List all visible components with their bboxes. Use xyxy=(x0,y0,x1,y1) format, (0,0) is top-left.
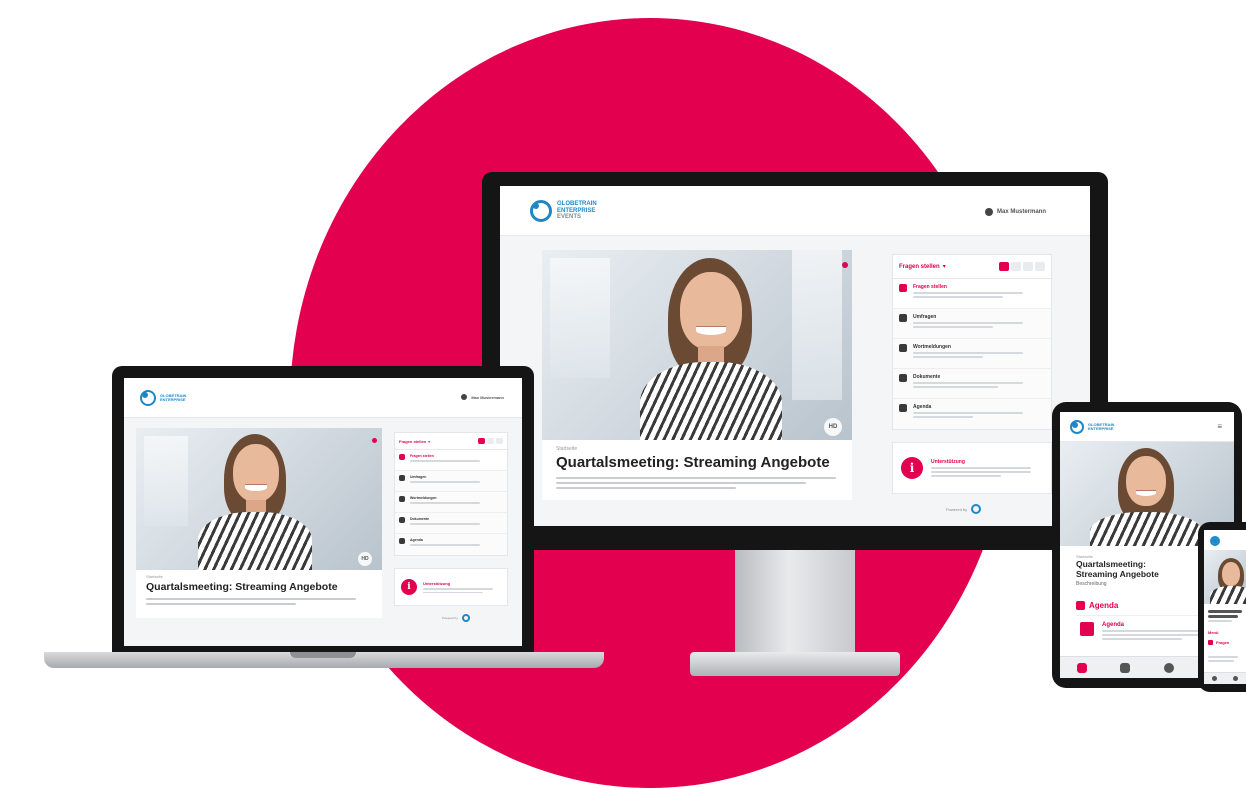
support-label: Unterstützung xyxy=(931,459,965,465)
meeting-title: Quartalsmeeting: Streaming Angebote xyxy=(556,454,830,471)
meeting-info: Startseite Quartalsmeeting: Streaming An… xyxy=(542,440,852,500)
panel-item-wortmeldungen[interactable]: Wortmeldungen xyxy=(893,339,1051,369)
document-icon xyxy=(399,517,405,523)
user-menu-laptop[interactable]: Max Mustermann xyxy=(461,394,504,400)
logo-text-line3: EVENTS xyxy=(557,214,582,221)
calendar-icon xyxy=(899,404,907,412)
hd-button[interactable]: HD xyxy=(358,552,372,566)
bottom-nav-phone xyxy=(1204,672,1246,684)
brand-logo[interactable]: GLOBETRAIN ENTERPRISE EVENTS xyxy=(530,200,597,222)
hand-icon xyxy=(399,496,405,502)
laptop-screen: GLOBETRAIN ENTERPRISE Max Mustermann HD xyxy=(124,378,522,646)
panel-title: Fragen stellen xyxy=(899,263,940,270)
info-icon: i xyxy=(901,457,923,479)
info-icon: i xyxy=(401,579,417,595)
phone-screen: Menü Fragen xyxy=(1204,530,1246,684)
hand-tab-icon[interactable] xyxy=(1023,262,1033,271)
hd-button[interactable]: HD xyxy=(824,418,842,436)
question-icon xyxy=(899,284,907,292)
user-menu[interactable]: Max Mustermann xyxy=(984,208,1046,216)
poll-tab-icon[interactable] xyxy=(1011,262,1021,271)
panel-item-fragen[interactable]: Fragen stellen xyxy=(893,279,1051,309)
desktop-screen: GLOBETRAIN ENTERPRISE EVENTS Max Musterm… xyxy=(500,186,1090,526)
panel-item-umfragen[interactable]: Umfragen xyxy=(893,309,1051,339)
poll-icon xyxy=(899,314,907,322)
question-icon xyxy=(1208,640,1213,645)
phone-menu[interactable]: Menü xyxy=(1208,630,1218,635)
calendar-icon xyxy=(399,538,405,544)
menu-icon[interactable]: ≡ xyxy=(1217,422,1222,431)
powered-by-laptop: Powered by xyxy=(442,614,470,622)
meeting-title: Quartalsmeeting: Streaming Angebote xyxy=(146,581,338,593)
live-indicator xyxy=(372,438,377,443)
hand-tab-icon[interactable] xyxy=(1163,662,1174,673)
chevron-down-icon: ▾ xyxy=(428,438,431,444)
logo-icon xyxy=(1210,536,1220,546)
hand-icon xyxy=(899,344,907,352)
user-icon xyxy=(984,208,993,216)
phone-list-item[interactable]: Fragen xyxy=(1208,640,1229,645)
panel-icon-buttons xyxy=(997,262,1045,271)
calendar-icon xyxy=(1080,622,1094,636)
monitor-foot xyxy=(690,652,900,676)
panel-dropdown[interactable]: Fragen stellen ▾ xyxy=(899,263,946,271)
document-icon xyxy=(899,374,907,382)
interaction-panel-laptop: Fragen stellen ▾ Fragen stellen Umfragen… xyxy=(394,432,508,556)
hand-tab-icon[interactable] xyxy=(496,438,503,444)
brand-logo-laptop[interactable]: GLOBETRAIN ENTERPRISE xyxy=(140,390,186,406)
panel-item-agenda[interactable]: Agenda xyxy=(893,399,1051,429)
support-box[interactable]: i Unterstützung xyxy=(892,442,1052,494)
powered-logo-icon xyxy=(971,504,982,514)
support-box-laptop[interactable]: i Unterstützung xyxy=(394,568,508,606)
question-tab-icon[interactable] xyxy=(999,262,1009,271)
logo-text-line2: ENTERPRISE xyxy=(557,207,596,214)
interaction-panel: Fragen stellen ▾ Fragen stellen Umfragen… xyxy=(892,254,1052,430)
powered-by: Powered by xyxy=(946,504,982,514)
app-header: GLOBETRAIN ENTERPRISE EVENTS Max Musterm… xyxy=(500,186,1090,236)
breadcrumb[interactable]: Startseite xyxy=(556,446,838,452)
document-tab-icon[interactable] xyxy=(1035,262,1045,271)
user-icon xyxy=(461,394,468,400)
question-tab-icon[interactable] xyxy=(1120,662,1131,673)
logo-icon xyxy=(140,390,156,406)
video-player[interactable]: HD xyxy=(542,250,852,440)
calendar-tab-icon[interactable] xyxy=(1076,662,1087,673)
question-icon xyxy=(399,454,405,460)
poll-tab-icon[interactable] xyxy=(487,438,494,444)
poll-icon xyxy=(399,475,405,481)
logo-text-line1: GLOBETRAIN xyxy=(557,201,597,208)
live-indicator xyxy=(842,262,848,268)
hand-tab-icon[interactable] xyxy=(1212,676,1217,681)
logo-icon xyxy=(1070,420,1084,434)
meeting-info-laptop: Startseite Quartalsmeeting: Streaming An… xyxy=(136,570,382,618)
calendar-icon xyxy=(1076,601,1085,610)
document-tab-icon[interactable] xyxy=(1233,676,1238,681)
chevron-down-icon: ▾ xyxy=(942,264,946,270)
panel-item-dokumente[interactable]: Dokumente xyxy=(893,369,1051,399)
video-player-laptop[interactable]: HD xyxy=(136,428,382,570)
logo-icon xyxy=(530,200,552,222)
question-tab-icon[interactable] xyxy=(478,438,485,444)
powered-logo-icon xyxy=(461,614,470,622)
user-name: Max Mustermann xyxy=(996,209,1046,215)
monitor-stand xyxy=(735,550,855,655)
video-player-phone[interactable] xyxy=(1204,550,1246,604)
